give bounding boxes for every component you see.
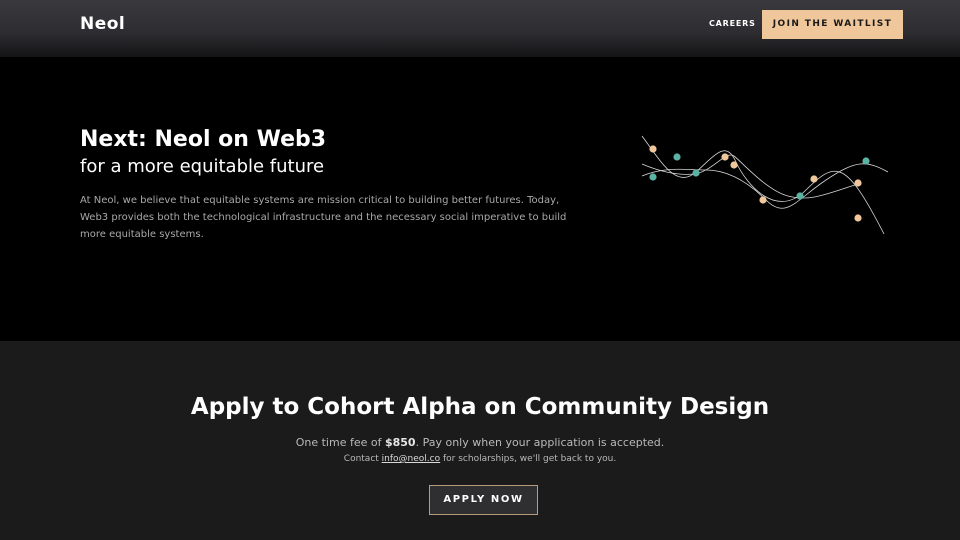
- data-dot: [649, 173, 657, 181]
- apply-contact-text: Contact info@neol.co for scholarships, w…: [0, 454, 960, 464]
- data-dot: [692, 169, 700, 177]
- network-curves-graphic: [641, 135, 889, 235]
- apply-title: Apply to Cohort Alpha on Community Desig…: [190, 394, 770, 420]
- data-dot: [854, 179, 862, 187]
- data-dot: [810, 175, 818, 183]
- data-dot: [673, 153, 681, 161]
- apply-now-button[interactable]: APPLY NOW: [429, 485, 538, 515]
- data-dot: [796, 192, 804, 200]
- contact-email-link[interactable]: info@neol.co: [382, 454, 440, 464]
- hero-title: Next: Neol on Web3: [80, 127, 327, 152]
- fee-amount: $850: [384, 436, 416, 449]
- top-navbar: Neol CAREERS JOIN THE WAITLIST: [0, 0, 960, 57]
- data-dot: [721, 153, 729, 161]
- data-dot: [759, 196, 767, 204]
- contact-suffix: for scholarships, we'll get back to you.: [440, 454, 617, 464]
- fee-prefix: One time fee of: [295, 436, 385, 449]
- data-dot: [730, 161, 738, 169]
- contact-prefix: Contact: [343, 454, 382, 464]
- data-dot: [649, 145, 657, 153]
- curve-line: [641, 135, 885, 235]
- curve-line: [641, 154, 859, 199]
- hero-subtitle: for a more equitable future: [80, 156, 325, 177]
- fee-suffix: . Pay only when your application is acce…: [415, 436, 665, 449]
- nav-link-careers[interactable]: CAREERS: [709, 19, 756, 28]
- data-dot: [862, 157, 870, 165]
- join-waitlist-button[interactable]: JOIN THE WAITLIST: [762, 10, 903, 39]
- logo[interactable]: Neol: [80, 14, 125, 34]
- apply-fee-text: One time fee of $850. Pay only when your…: [0, 436, 960, 449]
- data-dot: [854, 214, 862, 222]
- hero-description: At Neol, we believe that equitable syste…: [80, 195, 567, 240]
